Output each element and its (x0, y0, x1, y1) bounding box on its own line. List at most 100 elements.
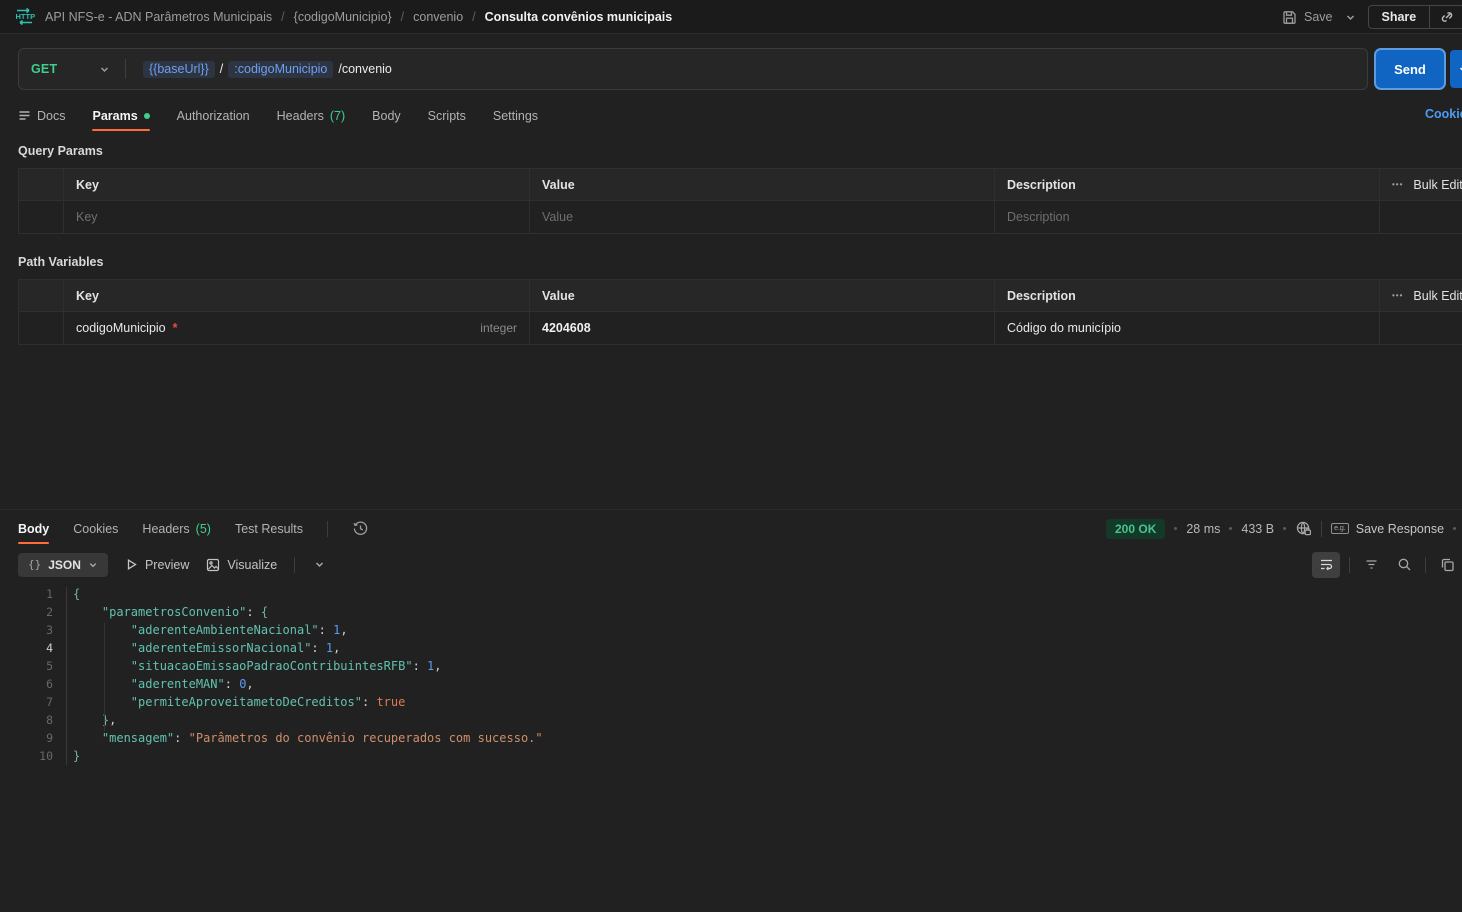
breadcrumb-item[interactable]: {codigoMunicipio} (294, 10, 392, 24)
tab-docs[interactable]: Docs (18, 100, 65, 131)
value-cell[interactable]: 4204608 (529, 312, 994, 344)
breadcrumb: API NFS-e - ADN Parâmetros Municipais / … (45, 10, 672, 24)
response-tab-headers[interactable]: Headers (5) (142, 513, 211, 544)
copy-icon[interactable] (1435, 553, 1459, 577)
tab-body[interactable]: Body (372, 100, 401, 131)
value-input[interactable]: Value (529, 201, 994, 233)
tab-settings[interactable]: Settings (493, 100, 538, 131)
send-dropdown-chevron[interactable] (1450, 50, 1462, 88)
line-number[interactable]: 1 (0, 585, 53, 603)
breadcrumb-separator: / (281, 10, 284, 24)
response-tabs: Body Cookies Headers (5) Test Results (18, 514, 369, 543)
table-row: codigoMunicipio * integer 4204608 Código… (19, 312, 1462, 345)
cookies-link[interactable]: Cookies (1425, 107, 1462, 121)
response-history-icon[interactable] (352, 520, 369, 537)
description-input[interactable]: Description (994, 201, 1379, 233)
code-line-text[interactable]: "permiteAproveitametoDeCreditos": true (53, 693, 405, 711)
dot-separator (1229, 527, 1232, 530)
breadcrumb-current: Consulta convênios municipais (485, 10, 673, 24)
code-lines: 1{2 "parametrosConvenio": {3 "aderenteAm… (0, 585, 1462, 765)
response-tab-test-results[interactable]: Test Results (235, 513, 303, 544)
code-line-text[interactable]: "aderenteAmbienteNacional": 1, (53, 621, 348, 639)
dot-separator (1174, 527, 1177, 530)
response-body-viewer[interactable]: 1{2 "parametrosConvenio": {3 "aderenteAm… (0, 585, 1462, 912)
send-button[interactable]: Send (1374, 48, 1446, 90)
line-number[interactable]: 6 (0, 675, 53, 693)
search-icon[interactable] (1392, 553, 1416, 577)
tab-params[interactable]: Params (92, 100, 149, 131)
tab-scripts[interactable]: Scripts (428, 100, 466, 131)
response-tab-cookies[interactable]: Cookies (73, 513, 118, 544)
indent-guide (104, 623, 105, 731)
headers-count: (7) (330, 109, 345, 123)
save-response-button[interactable]: e.g. Save Response (1331, 522, 1444, 536)
response-headers-count: (5) (196, 522, 211, 536)
line-number[interactable]: 5 (0, 657, 53, 675)
preview-button[interactable]: Preview (125, 558, 189, 572)
link-icon[interactable] (1430, 10, 1462, 24)
divider (1321, 521, 1322, 537)
topbar-actions: Save Share (1282, 0, 1462, 34)
response-tab-body[interactable]: Body (18, 513, 49, 544)
preview-label: Preview (145, 558, 189, 572)
tab-label: Body (372, 109, 401, 123)
key-column-header: Key (63, 280, 529, 311)
wrap-text-icon[interactable] (1312, 552, 1340, 578)
row-actions-cell (1379, 201, 1462, 233)
code-line-text[interactable]: "parametrosConvenio": { (53, 603, 268, 621)
tab-headers[interactable]: Headers (7) (277, 100, 346, 131)
share-button[interactable]: Share (1368, 5, 1462, 29)
line-number[interactable]: 4 (0, 639, 53, 657)
tab-label: Test Results (235, 522, 303, 536)
code-line-text[interactable]: "aderenteMAN": 0, (53, 675, 254, 693)
line-number[interactable]: 8 (0, 711, 53, 729)
filter-icon[interactable] (1359, 553, 1383, 577)
code-line: 5 "situacaoEmissaoPadraoContribuintesRFB… (0, 657, 1462, 675)
url-slash: / (220, 62, 223, 76)
unsaved-changes-dot (144, 113, 150, 119)
format-selector[interactable]: {} JSON (18, 553, 108, 577)
more-formats-chevron[interactable] (312, 553, 326, 577)
code-line-text[interactable]: "mensagem": "Parâmetros do convênio recu… (53, 729, 543, 747)
line-number[interactable]: 10 (0, 747, 53, 765)
network-globe-icon[interactable] (1295, 520, 1312, 537)
more-dots-icon: ••• (1392, 180, 1403, 189)
query-params-table: Key Value Description ••• Bulk Edit Key … (18, 168, 1462, 234)
key-column-header: Key (63, 169, 529, 200)
code-line-text[interactable]: "situacaoEmissaoPadraoContribuintesRFB":… (53, 657, 442, 675)
breadcrumb-item[interactable]: API NFS-e - ADN Parâmetros Municipais (45, 10, 272, 24)
variable-type: integer (480, 321, 517, 335)
visualize-button[interactable]: Visualize (206, 558, 277, 572)
row-select-cell (19, 201, 63, 233)
line-number[interactable]: 7 (0, 693, 53, 711)
docs-icon (18, 109, 31, 122)
description-column-header: Description (994, 169, 1379, 200)
line-number[interactable]: 3 (0, 621, 53, 639)
description-cell[interactable]: Código do município (994, 312, 1379, 344)
url-variable-baseurl: {{baseUrl}} (143, 61, 215, 78)
line-number[interactable]: 2 (0, 603, 53, 621)
key-cell[interactable]: codigoMunicipio * integer (63, 312, 529, 344)
share-label: Share (1369, 10, 1430, 24)
visualize-label: Visualize (227, 558, 277, 572)
request-url-bar: GET {{baseUrl}} / :codigoMunicipio /conv… (18, 48, 1368, 90)
key-input[interactable]: Key (63, 201, 529, 233)
line-number[interactable]: 9 (0, 729, 53, 747)
breadcrumb-item[interactable]: convenio (413, 10, 463, 24)
floppy-icon (1282, 10, 1297, 25)
method-selector[interactable]: GET (19, 49, 125, 89)
code-line-text[interactable]: "aderenteEmissorNacional": 1, (53, 639, 340, 657)
bulk-edit-button[interactable]: ••• Bulk Edit (1379, 169, 1462, 200)
save-button[interactable]: Save (1282, 10, 1333, 25)
description-column-header: Description (994, 280, 1379, 311)
tab-authorization[interactable]: Authorization (177, 100, 250, 131)
query-params-title: Query Params (18, 144, 103, 158)
url-input[interactable]: {{baseUrl}} / :codigoMunicipio /convenio (126, 61, 392, 78)
bulk-edit-button[interactable]: ••• Bulk Edit (1379, 280, 1462, 311)
code-line: 7 "permiteAproveitametoDeCreditos": true (0, 693, 1462, 711)
response-size: 433 B (1241, 522, 1274, 536)
tab-label: Cookies (73, 522, 118, 536)
save-dropdown-chevron[interactable] (1345, 12, 1356, 23)
divider (1349, 557, 1350, 573)
code-line-text[interactable]: }, (53, 711, 116, 729)
